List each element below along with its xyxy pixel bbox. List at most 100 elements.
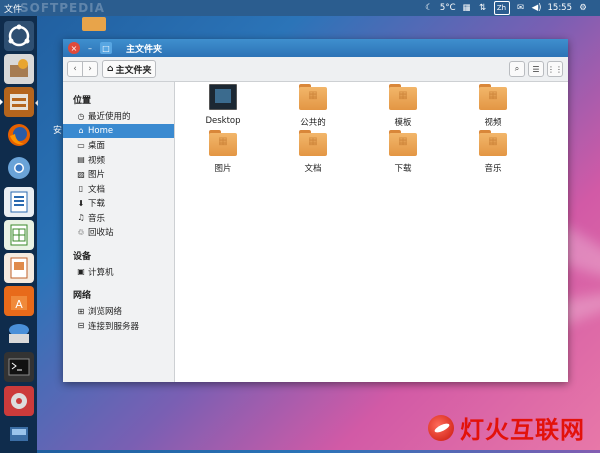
- launcher-dash-button[interactable]: [3, 20, 34, 51]
- file-item[interactable]: ▦ 音乐: [463, 130, 523, 174]
- download-icon: ⬇: [77, 198, 85, 208]
- keyboard-indicator[interactable]: Zh: [493, 1, 510, 15]
- forward-button[interactable]: ›: [82, 62, 97, 76]
- ubuntu-logo-icon: [8, 24, 29, 46]
- back-button[interactable]: ‹: [68, 62, 82, 76]
- updater-icon: [9, 58, 28, 77]
- file-item[interactable]: ▦ 模板: [373, 84, 433, 128]
- breadcrumb-home[interactable]: ⌂ 主文件夹: [102, 60, 157, 78]
- weather-indicator[interactable]: 5°C: [440, 2, 456, 14]
- navigation-buttons: ‹ ›: [67, 61, 98, 77]
- view-list-button[interactable]: ☰: [528, 61, 544, 77]
- sidebar-item[interactable]: ♲ 回收站: [63, 225, 174, 240]
- system-settings-icon: [10, 392, 27, 409]
- desktop-text: 安: [53, 126, 63, 136]
- firefox-icon: [7, 124, 30, 147]
- desktop-folder-icon: [209, 84, 237, 110]
- sidebar-section-title: 位置: [73, 96, 92, 106]
- sidebar-item-label: 最近使用的: [88, 112, 131, 123]
- sidebar-item[interactable]: ▤ 视频: [63, 153, 174, 168]
- maximize-window-button[interactable]: □: [100, 42, 112, 54]
- computer-icon: ▣: [77, 267, 85, 277]
- home-icon: ⌂: [78, 126, 84, 136]
- sidebar-item[interactable]: ⊞ 浏览网络: [63, 304, 174, 319]
- launcher-trash[interactable]: [4, 419, 34, 449]
- launcher-amazon[interactable]: [4, 319, 34, 349]
- launcher-calc[interactable]: [3, 219, 34, 250]
- launcher-system-settings[interactable]: [3, 385, 34, 416]
- settings-gear-icon[interactable]: ⚙: [578, 2, 588, 14]
- night-mode-icon[interactable]: ☾: [424, 2, 434, 14]
- file-item[interactable]: ▦ 公共的: [283, 84, 343, 128]
- folder-icon: ▦: [389, 84, 417, 110]
- file-view: Desktop ▦ 公共的 ▦ 模板 ▦ 视频 ▦ 图片 ▦ 文档 ▦ 下载 ▦ 音乐: [175, 82, 568, 382]
- window-title: 主文件夹: [126, 44, 163, 55]
- sidebar-item-label: 图片: [88, 170, 106, 181]
- sidebar-item[interactable]: ♫ 音乐: [63, 211, 174, 226]
- trash-icon: ♲: [77, 227, 85, 237]
- launcher-writer[interactable]: [3, 186, 34, 217]
- logo-mark-icon: [428, 414, 454, 441]
- sidebar-item-label: 下载: [88, 199, 106, 210]
- launcher-firefox[interactable]: [4, 120, 34, 150]
- search-button[interactable]: ⌕: [509, 61, 525, 77]
- sidebar-item-label: 桌面: [88, 141, 106, 152]
- software-center-bag-icon: A: [10, 296, 27, 311]
- folder-icon: ▦: [389, 130, 417, 156]
- chromium-icon: [7, 157, 30, 180]
- launcher-software-updater[interactable]: [3, 53, 34, 84]
- sidebar-item[interactable]: ⬇ 下载: [63, 196, 174, 211]
- sidebar-item-label: Home: [88, 125, 114, 136]
- sidebar-item[interactable]: ⊟ 连接到服务器: [63, 319, 174, 334]
- file-item[interactable]: ▦ 文档: [283, 130, 343, 174]
- file-item[interactable]: ▦ 视频: [463, 84, 523, 128]
- launcher-files[interactable]: [0, 86, 34, 117]
- window-titlebar[interactable]: × – □ 主文件夹: [63, 39, 568, 57]
- maximize-icon: □: [102, 43, 110, 53]
- file-manager-window: × – □ 主文件夹 ‹ › ⌂ 主文件夹 ⌕ ☰ ⋮⋮ 位置 ◷ 最近使用的 ⌂ Ho…: [63, 39, 568, 382]
- network-indicator-icon[interactable]: ⇅: [478, 2, 488, 14]
- close-window-button[interactable]: ×: [68, 42, 80, 54]
- list-view-icon: ☰: [532, 64, 540, 74]
- file-item[interactable]: ▦ 图片: [193, 130, 253, 174]
- trash-icon: [9, 426, 28, 441]
- logo-text: 灯火互联网: [460, 416, 585, 444]
- sidebar-item[interactable]: ◷ 最近使用的: [63, 109, 174, 124]
- mail-icon[interactable]: ✉: [516, 2, 526, 14]
- chevron-right-icon: ›: [88, 64, 92, 74]
- launcher-active-indicator: [35, 100, 38, 106]
- desktop-folder-icon[interactable]: [82, 17, 106, 31]
- launcher-software-center[interactable]: A: [3, 286, 34, 317]
- file-item[interactable]: ▦ 下载: [373, 130, 433, 174]
- toolbar-right-buttons: ⌕ ☰ ⋮⋮: [509, 61, 563, 77]
- calendar-icon[interactable]: ▦: [462, 2, 472, 14]
- places-sidebar: 位置 ◷ 最近使用的 ⌂ Home ▭ 桌面 ▤ 视频 ▨ 图片 ▯ 文档 ⬇ 下载 ♫ 音乐 ♲ 回收站 设备 ▣ 计算…: [63, 82, 175, 382]
- sidebar-item[interactable]: ▨ 图片: [63, 167, 174, 182]
- folder-icon: ▦: [299, 84, 327, 110]
- clock-icon: ◷: [77, 111, 85, 121]
- launcher: A: [0, 16, 37, 453]
- volume-icon[interactable]: ◀): [532, 2, 542, 14]
- launcher-chromium[interactable]: [4, 153, 34, 183]
- file-item-label: 图片: [214, 164, 232, 174]
- file-item-label: 模板: [394, 118, 412, 128]
- folder-icon: ▦: [479, 130, 507, 156]
- launcher-impress[interactable]: [3, 252, 34, 283]
- sidebar-item-label: 音乐: [88, 213, 106, 224]
- search-icon: ⌕: [514, 64, 520, 73]
- file-item-label: 公共的: [300, 118, 326, 128]
- sidebar-item[interactable]: ⌂ Home: [63, 123, 174, 138]
- clock-indicator[interactable]: 15:55: [548, 2, 573, 14]
- film-icon: ▤: [77, 155, 85, 165]
- sidebar-item[interactable]: ▭ 桌面: [63, 138, 174, 153]
- view-grid-button[interactable]: ⋮⋮: [547, 61, 563, 77]
- minimize-icon: –: [88, 43, 92, 53]
- site-logo: 灯火互联网: [428, 410, 585, 445]
- sidebar-item[interactable]: ▯ 文档: [63, 182, 174, 197]
- network-icon: ⊞: [77, 306, 85, 316]
- home-icon: ⌂: [107, 64, 114, 74]
- file-item[interactable]: Desktop: [193, 84, 253, 126]
- minimize-window-button[interactable]: –: [84, 42, 96, 54]
- sidebar-item[interactable]: ▣ 计算机: [63, 265, 174, 280]
- launcher-terminal[interactable]: [3, 352, 34, 383]
